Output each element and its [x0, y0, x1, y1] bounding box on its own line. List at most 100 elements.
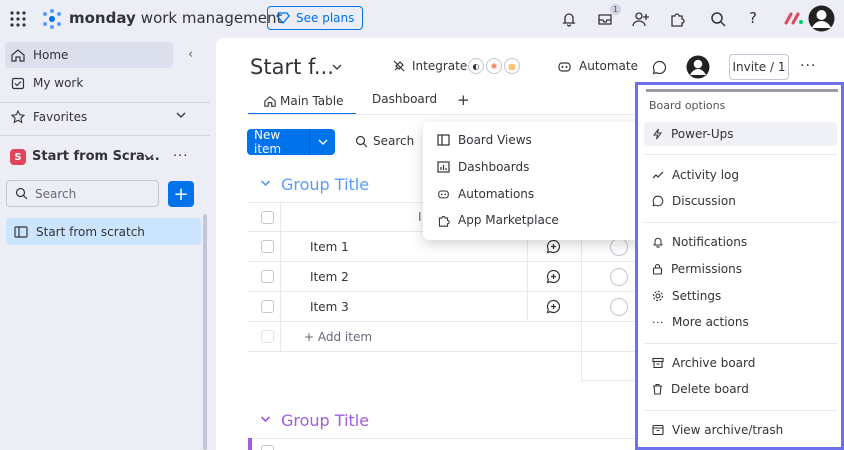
user-avatar[interactable] [808, 5, 835, 32]
table-row[interactable]: Item 2 [248, 262, 648, 292]
menu-item-archive-board[interactable]: Archive board [644, 351, 837, 375]
app-icon-3: ▦ [504, 58, 520, 74]
view-option-app-marketplace[interactable]: App Marketplace [437, 213, 559, 227]
menu-item-more-actions[interactable]: ··· More actions [644, 310, 837, 334]
board-views-icon [437, 134, 450, 146]
chevron-down-icon[interactable] [176, 111, 186, 119]
menu-top-bar [646, 89, 838, 92]
notifications-bell-icon[interactable] [561, 11, 577, 27]
tab-main-table[interactable]: Main Table [264, 94, 344, 108]
updates-chat-icon[interactable] [652, 60, 667, 75]
group-collapse-chevron-icon[interactable] [260, 415, 271, 423]
add-item-input[interactable]: + Add item [304, 330, 372, 344]
sidebar-scrollbar[interactable] [203, 214, 207, 450]
sidebar-item-label: Favorites [33, 110, 88, 124]
board-search-button[interactable]: Search [355, 134, 414, 148]
select-all-checkbox[interactable] [261, 211, 274, 224]
search-icon[interactable] [710, 11, 726, 27]
row-checkbox[interactable] [261, 300, 274, 313]
sidebar-item-home[interactable]: Home [5, 42, 173, 68]
sidebar-item-label: Start from scratch [36, 224, 145, 239]
puzzle-icon [437, 214, 450, 227]
tab-dashboard[interactable]: Dashboard [372, 92, 437, 106]
app-icon-1: ◐ [468, 58, 484, 74]
select-all-checkbox[interactable] [261, 445, 274, 450]
bell-icon [652, 236, 664, 248]
menu-item-power-ups[interactable]: Power-Ups [644, 122, 837, 146]
brand-name[interactable]: monday work management [69, 9, 282, 27]
menu-item-permissions[interactable]: Permissions [644, 257, 837, 281]
sidebar-search-placeholder: Search [35, 186, 77, 201]
integrate-button[interactable]: Integrate [392, 59, 467, 73]
search-icon [15, 187, 28, 200]
group-title[interactable]: Group Title [281, 411, 369, 430]
integrations-puzzle-icon[interactable] [669, 11, 685, 27]
menu-item-activity-log[interactable]: Activity log [644, 163, 837, 187]
person-placeholder-icon[interactable] [610, 268, 628, 286]
add-update-icon[interactable] [546, 269, 561, 284]
item-name[interactable]: Item 3 [310, 300, 349, 314]
menu-item-label: Power-Ups [671, 127, 734, 141]
board-more-options-icon[interactable]: ··· [800, 58, 816, 74]
row-checkbox[interactable] [261, 270, 274, 283]
collapse-sidebar-icon[interactable]: ‹ [188, 47, 193, 62]
workspace-name[interactable]: Start from Scra... [32, 149, 160, 164]
view-option-board-views[interactable]: Board Views [437, 133, 532, 147]
help-icon[interactable]: ? [749, 9, 757, 27]
board-title-chevron-down-icon[interactable] [332, 63, 342, 71]
sidebar-item-favorites[interactable]: Favorites [5, 104, 195, 130]
monday-apps-icon[interactable] [784, 11, 804, 25]
menu-item-discussion[interactable]: Discussion [644, 189, 837, 213]
board-title[interactable]: Start f... [250, 55, 334, 79]
sidebar-item-board[interactable]: Start from scratch [6, 218, 201, 245]
add-board-button[interactable]: + [168, 181, 194, 207]
trash-icon [652, 383, 663, 395]
item-name[interactable]: Item 1 [310, 240, 349, 254]
group-title[interactable]: Group Title [281, 175, 369, 194]
workspace-chevron-down-icon[interactable] [144, 153, 154, 161]
menu-divider [644, 343, 838, 344]
group-collapse-chevron-icon[interactable] [260, 179, 271, 187]
view-option-label: Board Views [458, 133, 532, 147]
see-plans-button[interactable]: See plans [267, 6, 364, 30]
add-update-icon[interactable] [546, 299, 561, 314]
menu-divider [644, 154, 838, 155]
search-icon [355, 135, 368, 148]
integration-app-icons[interactable]: ◐ ✱ ▦ [468, 58, 520, 74]
new-item-button[interactable]: New item [247, 128, 335, 156]
view-option-label: Dashboards [458, 160, 530, 174]
archive-trash-icon [652, 424, 664, 436]
sidebar-divider [0, 102, 210, 103]
workspace-more-icon[interactable]: ··· [173, 149, 188, 164]
automate-button[interactable]: Automate [557, 59, 638, 73]
row-checkbox[interactable] [261, 240, 274, 253]
sidebar-search-input[interactable]: Search [6, 180, 159, 207]
brand-name-light: work management [140, 9, 283, 27]
add-view-button[interactable]: + [457, 91, 470, 109]
view-option-dashboards[interactable]: Dashboards [437, 160, 529, 174]
add-update-icon[interactable] [546, 239, 561, 254]
person-placeholder-icon[interactable] [610, 238, 628, 256]
board-options-menu: Board options Power-Ups Activity log Dis… [635, 82, 844, 450]
invite-members-icon[interactable] [632, 11, 650, 27]
invite-button[interactable]: Invite / 1 [729, 54, 789, 80]
new-item-chevron-down-icon[interactable] [310, 138, 328, 146]
inbox-icon[interactable] [597, 11, 613, 27]
dashboard-chart-icon [437, 161, 450, 173]
summary-cell [581, 352, 641, 381]
activity-trend-icon [652, 170, 664, 180]
view-option-label: App Marketplace [458, 213, 559, 227]
sidebar-item-label: My work [33, 76, 84, 90]
menu-item-view-archive-trash[interactable]: View archive/trash [644, 418, 837, 442]
sidebar-item-my-work[interactable]: My work [5, 70, 173, 96]
menu-item-delete-board[interactable]: Delete board [644, 377, 837, 401]
menu-item-notifications[interactable]: Notifications [644, 230, 837, 254]
add-item-row[interactable]: + Add item [248, 322, 648, 352]
board-owner-avatar[interactable] [686, 55, 710, 79]
item-name[interactable]: Item 2 [310, 270, 349, 284]
table-row[interactable]: Item 3 [248, 292, 648, 322]
view-option-automations[interactable]: Automations [437, 187, 534, 201]
menu-item-settings[interactable]: Settings [644, 284, 837, 308]
apps-grid-icon[interactable] [10, 11, 26, 27]
person-placeholder-icon[interactable] [610, 298, 628, 316]
